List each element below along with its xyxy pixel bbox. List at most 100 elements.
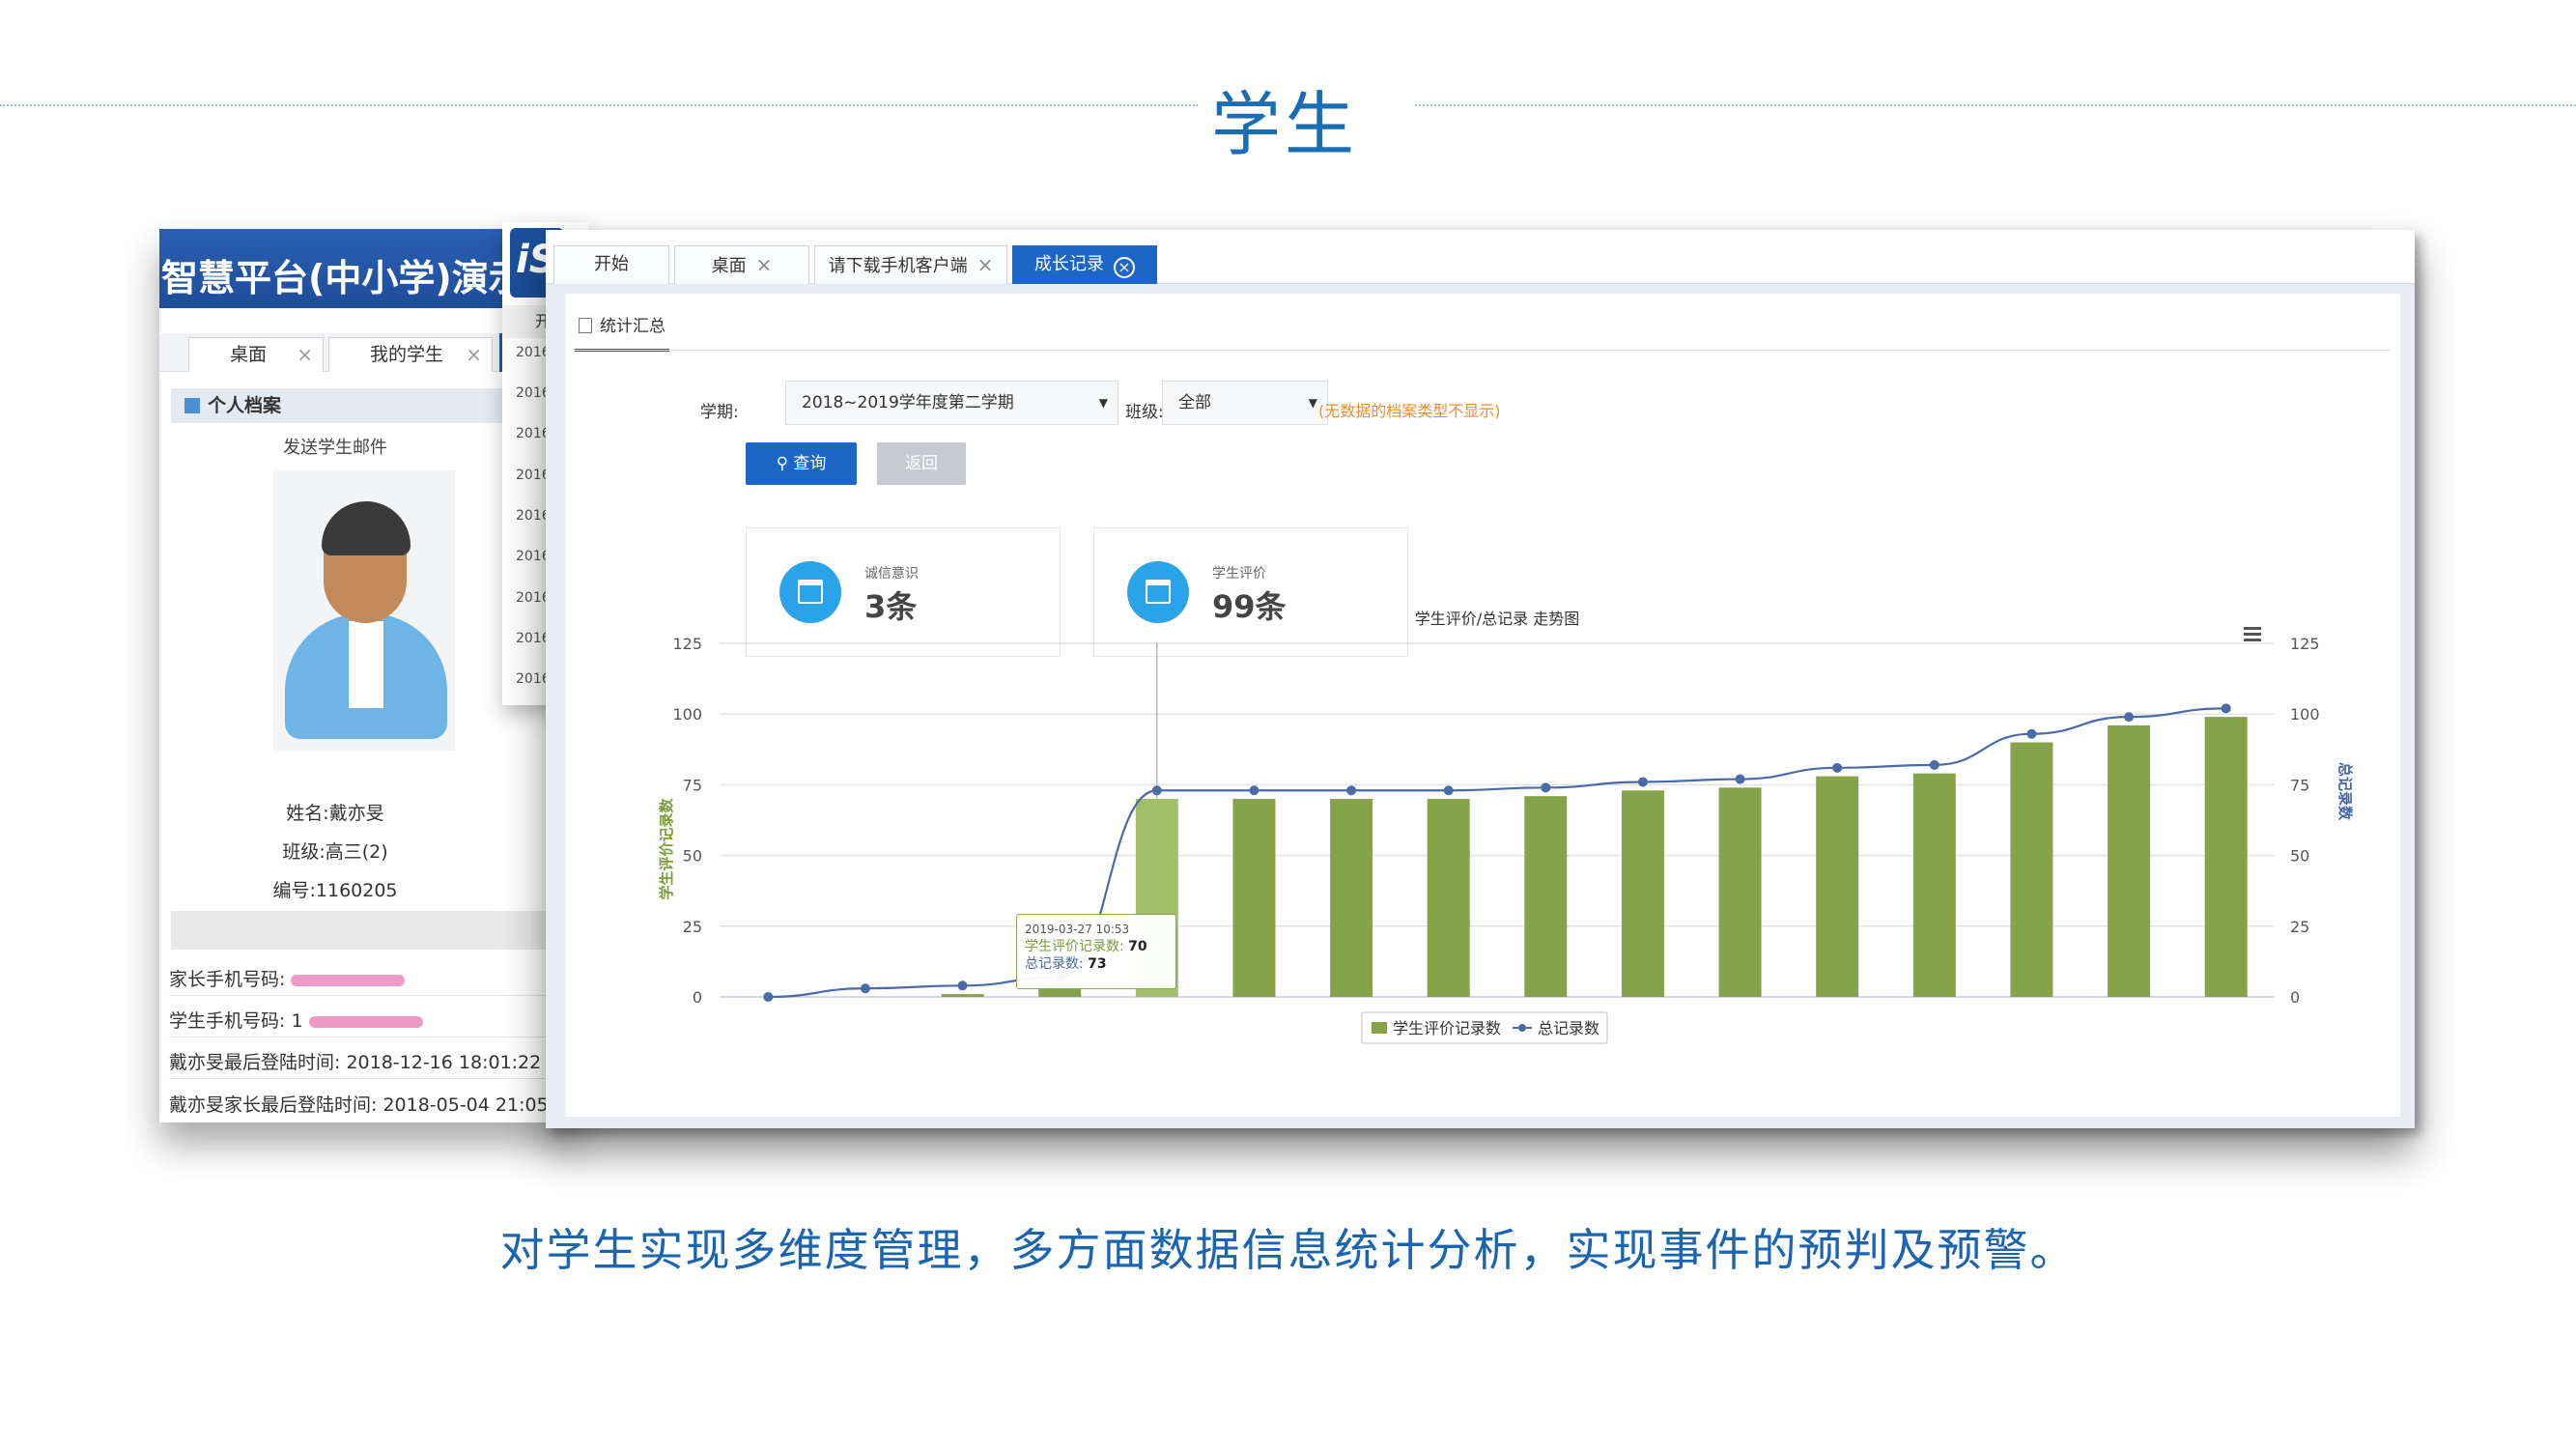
legend-bar-swatch: [1372, 1022, 1387, 1034]
edit-icon: [184, 398, 200, 413]
series-line: [768, 707, 2226, 999]
legend-label-bars: 学生评价记录数: [1393, 1019, 1501, 1037]
profile-section-header: 个人档案: [171, 388, 519, 423]
y2-tick-label: 75: [2290, 776, 2309, 794]
close-icon[interactable]: ×: [297, 338, 313, 371]
tab-label: 请下载手机客户端: [828, 256, 968, 276]
line-point: [1151, 785, 1162, 796]
content-panel: 统计汇总 学期: 2018~2019学年度第二学期 ▼ 班级: 全部 ▼ (无数…: [565, 294, 2400, 1117]
growth-record-window: 开始 桌面 × 请下载手机客户端 × 成长记录 × 统计汇总 学期: 2018~201…: [546, 230, 2415, 1128]
line-point: [1735, 774, 1745, 784]
divider-bar: [171, 911, 575, 950]
close-icon[interactable]: ×: [977, 253, 994, 276]
row-separator: [169, 1078, 575, 1079]
tab-my-students[interactable]: 我的学生 ×: [328, 337, 493, 372]
close-icon[interactable]: ×: [756, 253, 773, 276]
title-divider-left: [0, 104, 1198, 106]
tooltip-series1-value: 70: [1128, 939, 1147, 954]
section-title: 个人档案: [208, 395, 282, 416]
line-point: [2026, 728, 2037, 739]
legend-line-marker: [1518, 1024, 1526, 1032]
close-circle-icon[interactable]: ×: [1114, 257, 1135, 278]
bar: [1232, 799, 1276, 997]
y-tick-label: 0: [693, 988, 702, 1007]
redacted-phone: [308, 1015, 423, 1028]
line-point: [1443, 785, 1454, 796]
tab-desktop[interactable]: 桌面 ×: [188, 337, 324, 372]
bar: [1718, 787, 1762, 997]
tooltip-series2-label: 总记录数:: [1025, 956, 1084, 972]
tooltip-date: 2019-03-27 10:53: [1025, 923, 1130, 936]
bar: [1912, 773, 1956, 997]
bar: [1621, 790, 1664, 997]
parent-phone-label: 家长手机号码:: [169, 969, 286, 990]
legend-label-line: 总记录数: [1538, 1019, 1599, 1037]
y2-tick-label: 125: [2290, 635, 2320, 653]
y2-tick-label: 0: [2290, 988, 2300, 1007]
student-number: 编号:1160205: [272, 880, 398, 901]
line-point: [2124, 712, 2135, 723]
y-tick-label: 50: [683, 847, 702, 866]
bar: [2108, 724, 2151, 997]
last-login: 戴亦旻最后登陆时间: 2018-12-16 18:01:22: [169, 1052, 542, 1073]
tooltip-series2: 总记录数: 73: [1025, 955, 1168, 973]
student-phone-row: 学生手机号码: 1: [169, 1007, 423, 1033]
parent-phone-row: 家长手机号码:: [169, 965, 406, 991]
send-mail-link[interactable]: 发送学生邮件: [171, 434, 499, 459]
close-icon[interactable]: ×: [466, 338, 482, 371]
student-class: 班级:高三(2): [282, 841, 388, 863]
line-point: [860, 983, 870, 994]
avatar-hair: [322, 501, 410, 555]
line-point: [763, 992, 774, 1002]
tooltip-series1-label: 学生评价记录数:: [1025, 939, 1124, 954]
hamburger-menu-icon[interactable]: [2244, 627, 2261, 641]
y-tick-label: 125: [672, 635, 702, 653]
bar: [2010, 742, 2053, 997]
line-point: [1637, 777, 1648, 787]
y-tick-label: 25: [683, 918, 702, 936]
line-point: [1832, 762, 1843, 773]
student-phone-label: 学生手机号码:: [169, 1010, 286, 1032]
y2-tick-label: 25: [2290, 918, 2309, 936]
student-phone-prefix: 1: [291, 1010, 303, 1032]
line-point: [1541, 782, 1551, 793]
bar: [1524, 796, 1568, 997]
line-point: [1346, 785, 1357, 796]
bar: [1816, 776, 1859, 997]
slide-caption: 对学生实现多维度管理，多方面数据信息统计分析，实现事件的预判及预警。: [499, 1224, 2077, 1276]
tab-download-app[interactable]: 请下载手机客户端 ×: [814, 245, 1007, 284]
chart-tooltip: 2019-03-27 10:53 学生评价记录数: 70 总记录数: 73: [1016, 914, 1176, 989]
tab-desktop[interactable]: 桌面 ×: [674, 245, 809, 284]
tab-label: 桌面: [230, 344, 268, 365]
chart-title: 学生评价/总记录 走势图: [1415, 610, 1579, 628]
tab-label: 我的学生: [370, 344, 444, 365]
y-axis-title: 学生评价记录数: [658, 798, 675, 900]
avatar-collar: [349, 621, 383, 708]
redacted-phone: [291, 974, 406, 986]
tab-label: 成长记录: [1034, 254, 1104, 274]
main-tabbar: 开始 桌面 × 请下载手机客户端 × 成长记录 ×: [546, 230, 2415, 284]
student-name: 姓名:戴亦旻: [286, 803, 384, 824]
tooltip-series2-value: 73: [1088, 956, 1107, 972]
tab-start[interactable]: 开始: [553, 245, 669, 284]
bar: [941, 994, 984, 997]
y2-axis-title: 总记录数: [2336, 762, 2354, 821]
tab-label: 桌面: [711, 256, 747, 276]
app-header-title: 智慧平台(中小学)演示: [161, 257, 525, 299]
line-point: [1249, 785, 1260, 796]
y2-tick-label: 50: [2290, 847, 2309, 866]
title-divider-right: [1415, 104, 2576, 106]
row-separator: [169, 995, 575, 996]
y2-tick-label: 100: [2290, 705, 2320, 724]
bar: [1427, 799, 1470, 997]
tooltip-series1: 学生评价记录数: 70: [1025, 938, 1168, 955]
tab-label: 开始: [594, 254, 629, 274]
tab-growth-record[interactable]: 成长记录 ×: [1012, 245, 1157, 284]
y-tick-label: 75: [683, 776, 702, 794]
trend-chart: 学生评价/总记录 走势图 0 0 25 25 50 50 75 75 100 100 125 125 学生…: [658, 610, 2354, 1044]
bar: [1330, 799, 1373, 997]
line-point: [1929, 759, 1939, 770]
bar: [2204, 717, 2248, 997]
parent-last-login: 戴亦旻家长最后登陆时间: 2018-05-04 21:05: [169, 1094, 549, 1116]
line-point: [957, 980, 968, 991]
